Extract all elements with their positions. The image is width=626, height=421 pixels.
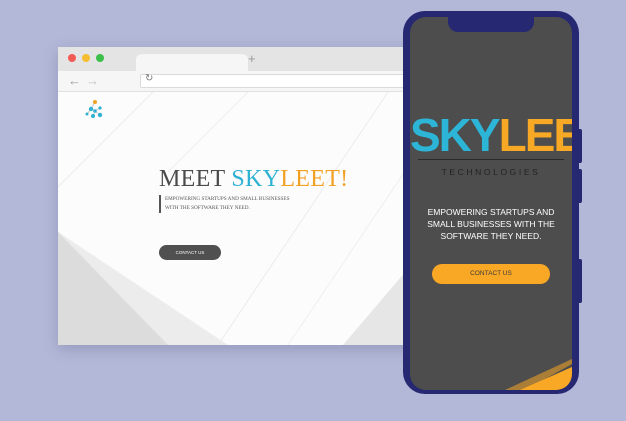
phone-screen: SKYLEET TECHNOLOGIES EMPOWERING STARTUPS… xyxy=(410,17,572,390)
desktop-contact-button[interactable]: CONTACT US xyxy=(159,245,221,260)
forward-arrow-icon[interactable]: → xyxy=(86,73,99,89)
phone-corner-accent xyxy=(505,359,572,390)
browser-tab[interactable] xyxy=(136,54,248,71)
back-arrow-icon[interactable]: ← xyxy=(68,73,81,89)
address-bar[interactable]: ↻ xyxy=(140,73,418,88)
hero-title-prefix: MEET xyxy=(159,166,232,192)
minimize-window-button[interactable] xyxy=(82,54,90,62)
reload-icon[interactable]: ↻ xyxy=(145,73,153,84)
phone-power-button xyxy=(578,259,582,303)
background-geometry xyxy=(58,92,418,345)
phone-volume-button xyxy=(578,129,582,163)
desktop-page-content: MEET SKYLEET! EMPOWERING STARTUPS AND SM… xyxy=(58,92,418,345)
hero-tagline: EMPOWERING STARTUPS AND SMALL BUSINESSES… xyxy=(159,195,293,213)
browser-tab-bar: + xyxy=(58,47,418,71)
new-tab-icon[interactable]: + xyxy=(248,52,256,66)
maximize-window-button[interactable] xyxy=(96,54,104,62)
hero-title-sky: SKY xyxy=(231,166,281,192)
hero-title-leet: LEET! xyxy=(280,166,349,192)
browser-toolbar: ← → ↻ xyxy=(58,71,418,92)
browser-window: + ← → ↻ MEET SKYLEET! EMPOWERING STARTUP… xyxy=(58,47,418,345)
close-window-button[interactable] xyxy=(68,54,76,62)
phone-volume-button xyxy=(578,169,582,203)
hero-title: MEET SKYLEET! xyxy=(159,166,348,193)
skyleet-logo-icon[interactable] xyxy=(84,98,106,120)
phone-frame: SKYLEET TECHNOLOGIES EMPOWERING STARTUPS… xyxy=(403,11,582,394)
